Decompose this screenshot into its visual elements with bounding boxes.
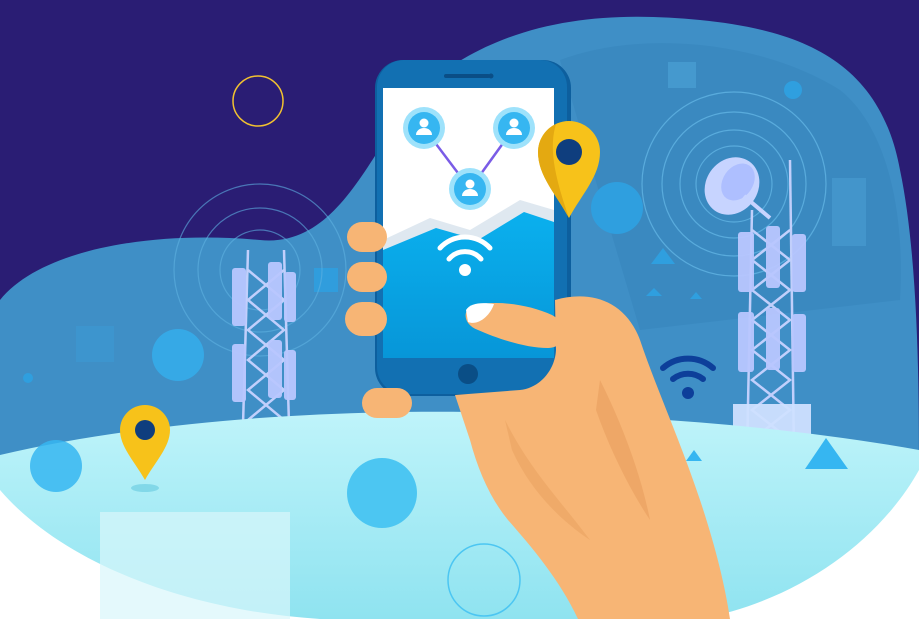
circle-decoration <box>152 329 204 381</box>
user-icon <box>493 107 535 149</box>
user-icon <box>449 168 491 210</box>
tower-antennas <box>733 226 811 446</box>
illustration-canvas <box>0 0 919 619</box>
circle-decoration <box>30 440 82 492</box>
square-decoration <box>832 178 866 246</box>
square-decoration <box>314 268 338 292</box>
circle-decoration <box>784 81 802 99</box>
circle-decoration <box>591 182 643 234</box>
illustration-scene <box>0 0 919 619</box>
user-icon <box>403 107 445 149</box>
circle-decoration <box>347 458 417 528</box>
square-decoration <box>76 326 114 362</box>
ground-slab <box>100 512 290 619</box>
circle-decoration <box>23 373 33 383</box>
square-decoration <box>668 62 696 88</box>
